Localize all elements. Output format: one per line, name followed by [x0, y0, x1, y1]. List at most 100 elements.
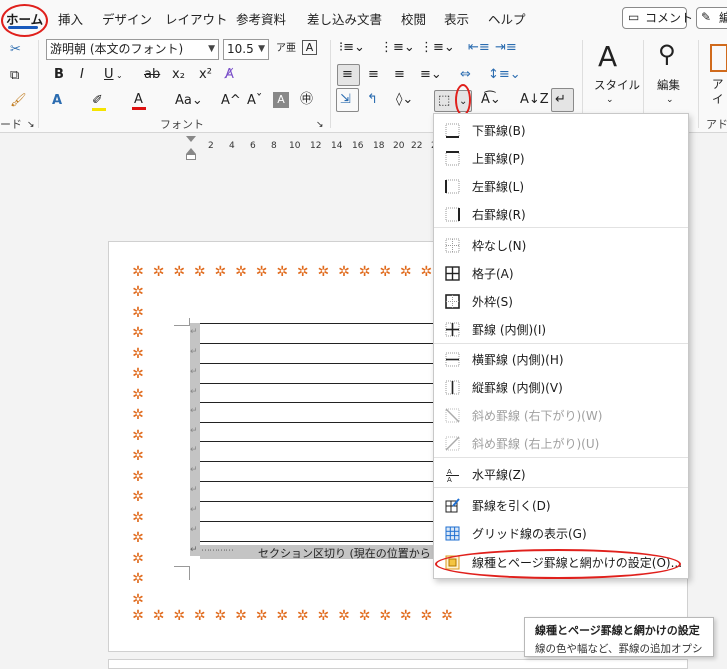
- strikethrough-icon[interactable]: ab: [144, 67, 160, 83]
- clear-formatting-icon[interactable]: A̸: [225, 67, 234, 83]
- underline-icon[interactable]: U: [104, 67, 114, 83]
- menu-item-draw-table[interactable]: 罫線を引く(D): [434, 491, 688, 519]
- tooltip-body: 線の色や幅など、罫線の追加オプションを指定します。: [535, 643, 703, 655]
- right-to-left-icon[interactable]: ↰: [367, 92, 378, 108]
- decrease-indent-icon[interactable]: ⇤≡: [468, 40, 490, 56]
- menu-separator: [434, 457, 688, 458]
- page-border-star: ✲: [441, 608, 453, 624]
- character-border-icon[interactable]: A: [302, 40, 317, 55]
- chevron-down-icon[interactable]: ⌄: [666, 92, 674, 108]
- distributed-icon[interactable]: ⇔: [460, 67, 471, 83]
- superscript-icon[interactable]: x²: [199, 67, 212, 83]
- comment-button[interactable]: ▭ コメント: [622, 7, 693, 29]
- addin-icon[interactable]: [710, 44, 727, 72]
- clipboard-launcher-icon[interactable]: ↘: [27, 117, 35, 133]
- top-border-icon: [445, 151, 460, 166]
- change-case-icon[interactable]: Aa⌄: [175, 93, 203, 109]
- chevron-down-icon: ▼: [208, 44, 215, 54]
- asian-layout-icon[interactable]: A͡⌄: [481, 92, 501, 108]
- align-center-icon[interactable]: ≡: [368, 67, 379, 83]
- page-border-star: ✲: [132, 284, 144, 300]
- enclose-characters-icon[interactable]: ㊥: [300, 92, 313, 108]
- phonetic-guide-icon[interactable]: ア亜: [276, 41, 296, 57]
- font-color-icon[interactable]: A: [134, 92, 143, 108]
- format-painter-icon[interactable]: 🖌: [10, 93, 27, 109]
- page-border-star: ✲: [132, 509, 144, 526]
- page-border-star: ✲: [193, 608, 206, 624]
- italic-icon[interactable]: I: [80, 67, 84, 83]
- tab-references[interactable]: 参考資料: [236, 9, 286, 28]
- menu-item-label: 格子(A): [472, 267, 514, 281]
- page-border-star: ✲: [132, 345, 144, 362]
- menu-item-left-border[interactable]: 左罫線(L): [434, 172, 688, 200]
- tab-help[interactable]: ヘルプ: [488, 9, 526, 28]
- font-name-combo[interactable]: 游明朝 (本文のフォント) ▼: [46, 39, 219, 60]
- menu-item-label: 罫線を引く(D): [472, 499, 551, 513]
- tab-mailings[interactable]: 差し込み文書: [307, 9, 382, 28]
- ruler-number: 18: [373, 141, 385, 151]
- page-border-star: ✲: [296, 264, 309, 280]
- paragraph-mark-icon: ↵: [190, 525, 198, 535]
- styles-button-label[interactable]: スタイル: [594, 77, 640, 93]
- tab-review[interactable]: 校閲: [401, 9, 426, 28]
- menu-item-inside-horizontal-border[interactable]: 横罫線 (内側)(H): [434, 345, 688, 373]
- ruler-number: 12: [310, 141, 322, 151]
- menu-item-horizontal-line[interactable]: A A 水平線(Z): [434, 460, 688, 488]
- page-border-star: ✲: [132, 550, 144, 567]
- shrink-font-icon[interactable]: Aˇ: [247, 93, 262, 109]
- align-right-icon[interactable]: ≡: [394, 67, 405, 83]
- menu-item-label: 外枠(S): [472, 295, 513, 309]
- character-shading-icon[interactable]: A: [273, 92, 289, 108]
- sort-icon[interactable]: A↓Z: [520, 92, 549, 108]
- increase-indent-icon[interactable]: ⇥≡: [495, 40, 517, 56]
- multilevel-list-icon[interactable]: ⋮≡⌄: [420, 40, 455, 56]
- chevron-down-icon[interactable]: ⌄: [606, 92, 614, 108]
- menu-item-right-border[interactable]: 右罫線(R): [434, 200, 688, 228]
- menu-item-inside-vertical-border[interactable]: 縦罫線 (内側)(V): [434, 373, 688, 401]
- numbering-icon[interactable]: ⋮≡⌄: [380, 40, 415, 56]
- editing-button-label[interactable]: 編集: [657, 77, 680, 93]
- paragraph-mark-icon: ↵: [190, 347, 198, 357]
- left-indent-marker[interactable]: [186, 154, 196, 160]
- styles-icon[interactable]: A: [598, 42, 617, 72]
- menu-item-outside-borders[interactable]: 外枠(S): [434, 287, 688, 315]
- shading-icon[interactable]: ◊⌄: [396, 92, 413, 108]
- paragraph-mark-icon: ↵: [190, 367, 198, 377]
- addin-button-label[interactable]: ア イ: [712, 77, 724, 107]
- menu-item-view-gridlines[interactable]: グリッド線の表示(G): [434, 519, 688, 547]
- menu-item-top-border[interactable]: 上罫線(P): [434, 144, 688, 172]
- tab-design[interactable]: デザイン: [102, 9, 152, 28]
- page-border-star: ✲: [214, 608, 227, 624]
- menu-item-label: 斜め罫線 (右下がり)(W): [472, 409, 603, 423]
- bold-icon[interactable]: B: [54, 67, 64, 83]
- line-spacing-icon[interactable]: ↕≡⌄: [488, 67, 521, 83]
- ruler-number: 4: [229, 141, 235, 151]
- chevron-down-icon[interactable]: ⌄: [116, 68, 123, 84]
- font-name-value: 游明朝 (本文のフォント): [50, 42, 184, 56]
- tab-layout[interactable]: レイアウト: [165, 9, 228, 28]
- bullets-icon[interactable]: ⁝≡⌄: [339, 40, 365, 56]
- justify-icon[interactable]: ≡⌄: [420, 67, 442, 83]
- tab-view[interactable]: 表示: [444, 9, 469, 28]
- cut-icon[interactable]: ✂: [10, 42, 21, 58]
- separator: [38, 40, 39, 128]
- editing-mode-button[interactable]: ✎ 編: [696, 7, 727, 29]
- font-size-combo[interactable]: 10.5 ▼: [223, 39, 269, 60]
- menu-item-all-borders[interactable]: 格子(A): [434, 259, 688, 287]
- menu-item-no-border[interactable]: 枠なし(N): [434, 231, 688, 259]
- font-dialog-launcher-icon[interactable]: ↘: [316, 117, 324, 133]
- menu-item-bottom-border[interactable]: 下罫線(B): [434, 116, 688, 144]
- copy-icon[interactable]: ⧉: [10, 68, 19, 84]
- highlighter-icon[interactable]: ✐: [92, 93, 103, 109]
- diagonal-up-border-icon: [445, 436, 460, 451]
- page-border-star: ✲: [132, 386, 144, 403]
- menu-item-inside-borders[interactable]: 罫線 (内側)(I): [434, 315, 688, 343]
- page-border-star: ✲: [379, 608, 392, 624]
- search-icon[interactable]: ⚲: [658, 40, 676, 68]
- text-effects-icon[interactable]: A: [52, 93, 62, 109]
- page-border-star: ✲: [235, 608, 247, 624]
- tab-insert[interactable]: 挿入: [58, 9, 83, 28]
- subscript-icon[interactable]: x₂: [172, 67, 185, 83]
- grow-font-icon[interactable]: A^: [221, 93, 241, 109]
- first-line-indent-marker[interactable]: [186, 136, 196, 142]
